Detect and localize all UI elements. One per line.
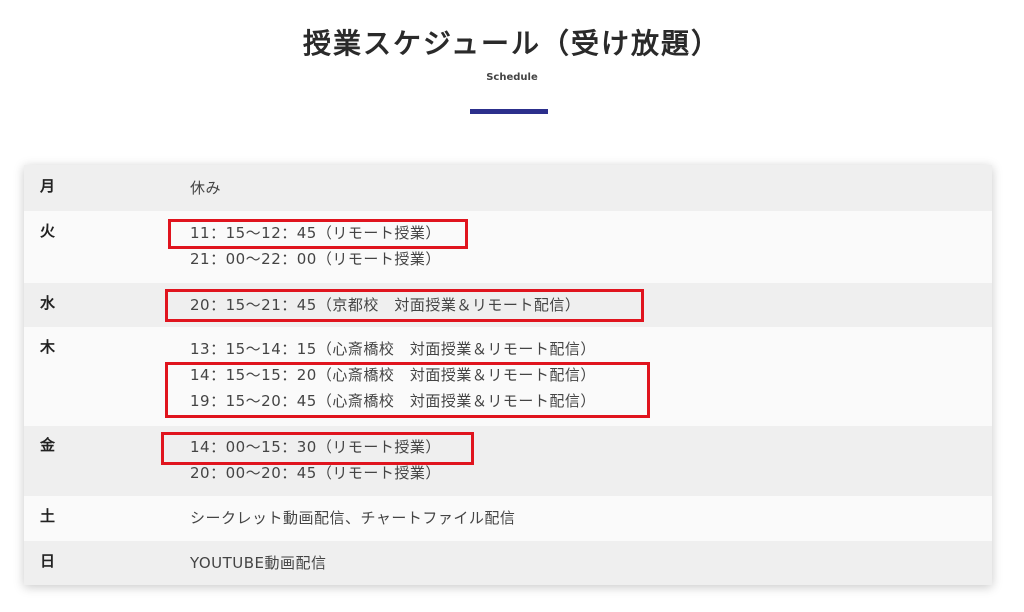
entry-list: 14：00〜15：30（リモート授業） 20：00〜20：45（リモート授業） <box>190 434 992 496</box>
schedule-row-thursday: 木 13：15〜14：15（心斎橋校 対面授業＆リモート配信） 14：15〜15… <box>24 327 992 426</box>
schedule-row-monday: 月 休み <box>24 165 992 211</box>
schedule-entry: 14：15〜15：20（心斎橋校 対面授業＆リモート配信） <box>190 366 596 384</box>
day-label: 土 <box>40 507 56 525</box>
schedule-entry: 13：15〜14：15（心斎橋校 対面授業＆リモート配信） <box>190 340 596 358</box>
entry-list: 休み <box>190 175 992 211</box>
schedule-entry: 21：00〜22：00（リモート授業） <box>190 250 441 268</box>
entry-list: YOUTUBE動画配信 <box>190 550 992 585</box>
schedule-entry: 14：00〜15：30（リモート授業） <box>190 438 441 456</box>
schedule-entry: 19：15〜20：45（心斎橋校 対面授業＆リモート配信） <box>190 392 596 410</box>
schedule-row-sunday: 日 YOUTUBE動画配信 <box>24 541 992 585</box>
schedule-table: 月 休み 火 11：15〜12：45（リモート授業） 21：00〜22：00（リ… <box>24 165 992 585</box>
schedule-row-friday: 金 14：00〜15：30（リモート授業） 20：00〜20：45（リモート授業… <box>24 426 992 496</box>
day-label: 日 <box>40 552 56 570</box>
entry-list: 20：15〜21：45（京都校 対面授業＆リモート配信） <box>190 292 992 327</box>
page-subtitle: Schedule <box>486 72 538 83</box>
day-label: 木 <box>40 338 56 356</box>
schedule-entry: 20：00〜20：45（リモート授業） <box>190 464 441 482</box>
schedule-row-saturday: 土 シークレット動画配信、チャートファイル配信 <box>24 496 992 541</box>
entry-list: シークレット動画配信、チャートファイル配信 <box>190 505 992 541</box>
schedule-entry: 20：15〜21：45（京都校 対面授業＆リモート配信） <box>190 296 581 314</box>
schedule-entry: 11：15〜12：45（リモート授業） <box>190 224 441 242</box>
schedule-row-wednesday: 水 20：15〜21：45（京都校 対面授業＆リモート配信） <box>24 283 992 327</box>
day-label: 水 <box>40 294 56 312</box>
entry-list: 11：15〜12：45（リモート授業） 21：00〜22：00（リモート授業） <box>190 220 992 283</box>
entry-list: 13：15〜14：15（心斎橋校 対面授業＆リモート配信） 14：15〜15：2… <box>190 336 992 426</box>
schedule-entry: YOUTUBE動画配信 <box>190 554 327 572</box>
schedule-entry: シークレット動画配信、チャートファイル配信 <box>190 509 516 527</box>
schedule-entry: 休み <box>190 179 222 197</box>
schedule-row-tuesday: 火 11：15〜12：45（リモート授業） 21：00〜22：00（リモート授業… <box>24 211 992 283</box>
day-label: 金 <box>40 436 56 454</box>
day-label: 火 <box>40 222 56 240</box>
day-label: 月 <box>40 177 56 195</box>
title-underline <box>470 109 548 114</box>
page-title: 授業スケジュール（受け放題） <box>302 27 722 60</box>
